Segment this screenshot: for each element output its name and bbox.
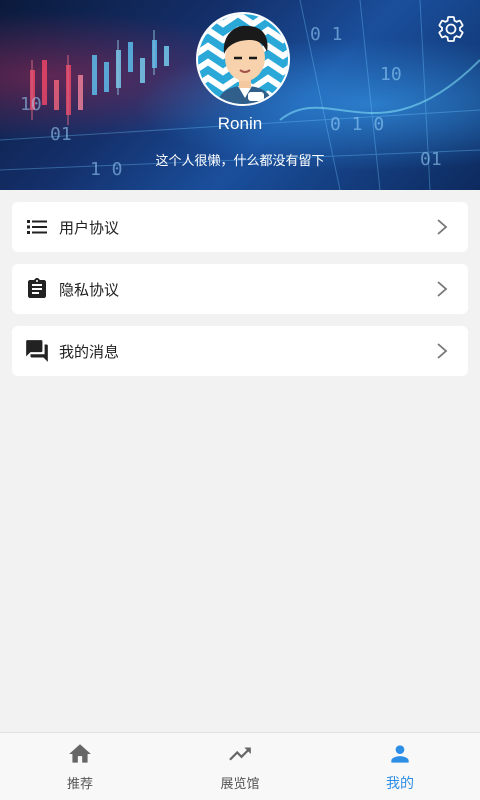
list-icon xyxy=(24,214,50,240)
settings-button[interactable] xyxy=(434,12,468,46)
menu-item-label: 隐私协议 xyxy=(59,280,120,299)
nav-label: 我的 xyxy=(386,775,414,792)
chevron-right-icon xyxy=(432,217,452,237)
nav-label: 展览馆 xyxy=(220,777,260,792)
avatar-image xyxy=(198,14,288,104)
person-icon xyxy=(387,741,413,767)
menu-item-privacy-agreement[interactable]: 隐私协议 xyxy=(12,264,468,314)
chat-icon xyxy=(24,338,50,364)
profile-header: 10 01 1 0 0 1 10 0 1 0 01 Ronin 这个人很懒，什么… xyxy=(0,0,480,190)
chevron-right-icon xyxy=(432,279,452,299)
menu-item-my-messages[interactable]: 我的消息 xyxy=(12,326,468,376)
username: Ronin xyxy=(217,114,263,133)
nav-tab-mine[interactable]: 我的 xyxy=(320,733,480,800)
trending-icon xyxy=(227,741,253,767)
nav-tab-recommend[interactable]: 推荐 xyxy=(0,733,160,800)
menu-item-user-agreement[interactable]: 用户协议 xyxy=(12,202,468,252)
menu-item-label: 用户协议 xyxy=(59,218,120,237)
svg-text:0 1: 0 1 xyxy=(310,24,343,45)
user-bio: 这个人很懒，什么都没有留下 xyxy=(155,154,325,169)
clipboard-icon xyxy=(24,276,50,302)
gear-icon xyxy=(438,16,464,42)
avatar[interactable] xyxy=(196,12,290,106)
svg-text:10: 10 xyxy=(380,64,402,85)
bottom-navigation: 推荐 展览馆 我的 xyxy=(0,732,480,800)
chevron-right-icon xyxy=(432,341,452,361)
home-icon xyxy=(67,741,93,767)
menu-item-label: 我的消息 xyxy=(59,342,120,361)
svg-text:10: 10 xyxy=(20,94,42,115)
nav-label: 推荐 xyxy=(66,777,93,792)
nav-tab-exhibition[interactable]: 展览馆 xyxy=(160,733,320,800)
